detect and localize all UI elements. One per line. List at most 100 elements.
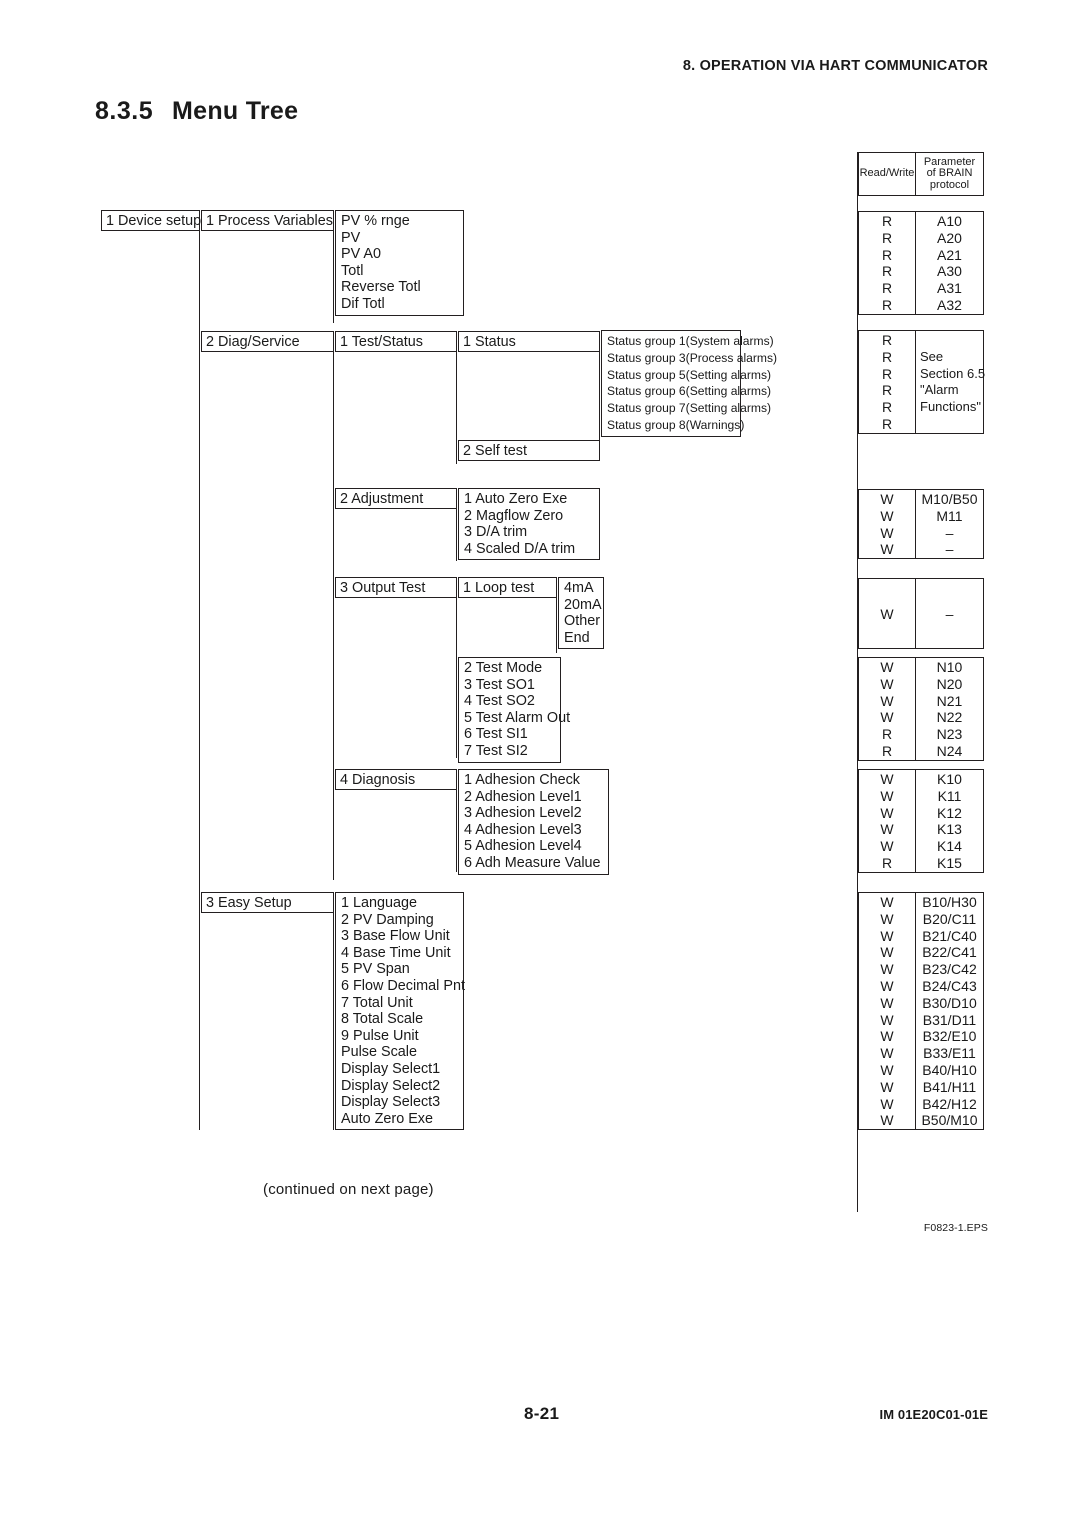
param-code-value: B21/C40 bbox=[922, 927, 977, 944]
tree-node-diagnosis[interactable]: 4 Diagnosis bbox=[335, 769, 457, 790]
list-item[interactable]: Status group 7(Setting alarms) bbox=[606, 400, 771, 417]
list-item[interactable]: Pulse Scale bbox=[340, 1044, 463, 1061]
param-rw-value: R bbox=[881, 415, 893, 432]
list-item[interactable]: 1 Auto Zero Exe bbox=[463, 491, 599, 508]
list-item[interactable]: 20mA bbox=[563, 597, 603, 614]
param-code-value: K10 bbox=[937, 771, 962, 787]
param-rw-value: W bbox=[880, 961, 894, 978]
list-item[interactable]: 6 Adh Measure Value bbox=[463, 855, 608, 872]
tree-list-loop-test[interactable]: 4mA 20mA Other End bbox=[558, 577, 604, 650]
tree-node-adjustment[interactable]: 2 Adjustment bbox=[335, 488, 457, 509]
param-code-value: K12 bbox=[937, 804, 962, 821]
list-item[interactable]: 2 Magflow Zero bbox=[463, 508, 599, 525]
tree-list-easy-setup[interactable]: 1 Language 2 PV Damping 3 Base Flow Unit 4 … bbox=[335, 892, 465, 1131]
tree-node-test-status[interactable]: 1 Test/Status bbox=[335, 331, 457, 352]
list-item[interactable]: Status group 8(Warnings) bbox=[606, 417, 744, 434]
list-item[interactable]: 4 Base Time Unit bbox=[340, 945, 463, 962]
param-code-column: – bbox=[915, 579, 983, 648]
tree-list-diagnosis[interactable]: 1 Adhesion Check 2 Adhesion Level1 3 Adhes… bbox=[458, 769, 609, 875]
param-rw-value: W bbox=[880, 709, 894, 726]
list-item[interactable]: Status group 3(Process alarms) bbox=[606, 350, 777, 367]
list-item[interactable]: Auto Zero Exe bbox=[340, 1111, 463, 1128]
list-item[interactable]: 3 Base Flow Unit bbox=[340, 928, 463, 945]
list-item[interactable]: 4 Adhesion Level3 bbox=[463, 822, 608, 839]
tree-list-output-test[interactable]: 2 Test Mode 3 Test SO1 4 Test SO2 5 Test Al… bbox=[458, 657, 570, 763]
tree-node-self-test[interactable]: 2 Self test bbox=[458, 440, 600, 461]
list-item[interactable]: End bbox=[563, 630, 603, 647]
list-item[interactable]: 5 Test Alarm Out bbox=[463, 710, 570, 727]
list-item[interactable]: 3 Test SO1 bbox=[463, 677, 560, 694]
param-rw-column: RRRRRR bbox=[859, 212, 915, 314]
param-rw-value: R bbox=[881, 365, 893, 382]
list-item[interactable]: 1 Adhesion Check bbox=[463, 772, 608, 789]
list-item[interactable]: 4 Scaled D/A trim bbox=[463, 541, 599, 558]
param-code-value: Section 6.5 bbox=[920, 365, 986, 381]
param-rw-value: W bbox=[880, 977, 894, 994]
param-rw-value: W bbox=[880, 1095, 894, 1112]
list-item[interactable]: Reverse Totl bbox=[340, 279, 463, 296]
list-item[interactable]: 1 Language bbox=[340, 895, 463, 912]
param-rw-value: W bbox=[880, 491, 894, 507]
list-item[interactable]: 9 Pulse Unit bbox=[340, 1028, 463, 1045]
list-item[interactable]: 5 Adhesion Level4 bbox=[463, 838, 608, 855]
param-rw-column: WWWWWWWWWWWWWW bbox=[859, 893, 915, 1129]
param-rw-value: R bbox=[881, 263, 893, 280]
list-item[interactable]: Display Select1 bbox=[340, 1061, 463, 1078]
param-rw-value: W bbox=[880, 692, 894, 709]
list-item[interactable]: 7 Test SI2 bbox=[463, 743, 560, 760]
param-code-value: – bbox=[945, 541, 954, 558]
tree-node-diag-service[interactable]: 2 Diag/Service bbox=[201, 331, 334, 352]
param-code-value: M11 bbox=[936, 507, 963, 524]
list-item[interactable]: PV A0 bbox=[340, 246, 463, 263]
list-item[interactable]: 4mA bbox=[563, 580, 603, 597]
list-item[interactable]: 4 Test SO2 bbox=[463, 693, 560, 710]
list-item[interactable]: 3 Adhesion Level2 bbox=[463, 805, 608, 822]
param-rw-value: R bbox=[881, 229, 893, 246]
list-item[interactable]: Other bbox=[563, 613, 603, 630]
param-table-process-variables: RRRRRR A10 A20 A21 A30 A31 A32 bbox=[858, 211, 984, 315]
tree-node-output-test[interactable]: 3 Output Test bbox=[335, 577, 457, 598]
param-code-value: – bbox=[945, 524, 954, 541]
param-code-value: N22 bbox=[936, 709, 963, 726]
tree-node-process-variables[interactable]: 1 Process Variables bbox=[201, 210, 334, 231]
list-item[interactable]: Dif Totl bbox=[340, 296, 463, 313]
tree-list-process-variables[interactable]: PV % rnge PV PV A0 Totl Reverse Totl Dif Totl bbox=[335, 210, 464, 316]
param-rw-value: W bbox=[880, 910, 894, 927]
tree-node-loop-test[interactable]: 1 Loop test bbox=[458, 577, 557, 598]
list-item[interactable]: Status group 5(Setting alarms) bbox=[606, 367, 771, 384]
list-item[interactable]: 2 Adhesion Level1 bbox=[463, 789, 608, 806]
list-item[interactable]: Status group 1(System alarms) bbox=[606, 333, 774, 350]
param-rw-value: R bbox=[881, 246, 893, 263]
list-item[interactable]: PV bbox=[340, 230, 463, 247]
param-rw-value: R bbox=[881, 348, 893, 365]
list-item[interactable]: Display Select2 bbox=[340, 1078, 463, 1095]
list-item[interactable]: 7 Total Unit bbox=[340, 995, 463, 1012]
list-item[interactable]: Totl bbox=[340, 263, 463, 280]
param-code-value: A32 bbox=[937, 296, 962, 313]
list-item[interactable]: 6 Test SI1 bbox=[463, 726, 560, 743]
tree-node-easy-setup[interactable]: 3 Easy Setup bbox=[201, 892, 334, 913]
list-item[interactable]: Status group 6(Setting alarms) bbox=[606, 383, 771, 400]
tree-node-status[interactable]: 1 Status bbox=[458, 331, 600, 352]
section-number: 8.3.5 bbox=[95, 97, 154, 125]
tree-list-adjustment[interactable]: 1 Auto Zero Exe 2 Magflow Zero 3 D/A trim 4… bbox=[458, 488, 600, 561]
tree-node-device-setup[interactable]: 1 Device setup bbox=[101, 210, 201, 231]
param-rw-value: W bbox=[880, 1045, 894, 1062]
param-code-value: A10 bbox=[937, 213, 962, 229]
tree-stem-device-setup bbox=[199, 231, 201, 1130]
list-item[interactable]: 6 Flow Decimal Pnt bbox=[340, 978, 465, 995]
list-item[interactable]: Display Select3 bbox=[340, 1094, 463, 1111]
list-item[interactable]: 2 PV Damping bbox=[340, 912, 463, 929]
list-item[interactable]: 3 D/A trim bbox=[463, 524, 599, 541]
param-code-value: A21 bbox=[937, 246, 962, 263]
list-item[interactable]: 2 Test Mode bbox=[463, 660, 560, 677]
list-item[interactable]: PV % rnge bbox=[340, 213, 463, 230]
param-code-value: K13 bbox=[937, 821, 962, 838]
param-code-value: B42/H12 bbox=[922, 1095, 977, 1112]
param-code-value: B22/C41 bbox=[922, 944, 977, 961]
param-code-column: A10 A20 A21 A30 A31 A32 bbox=[915, 212, 983, 314]
tree-list-status-groups[interactable]: Status group 1(System alarms) Status grou… bbox=[601, 330, 777, 437]
list-item[interactable]: 5 PV Span bbox=[340, 961, 463, 978]
param-code-column: K10 K11 K12 K13 K14 K15 bbox=[915, 770, 983, 872]
list-item[interactable]: 8 Total Scale bbox=[340, 1011, 463, 1028]
